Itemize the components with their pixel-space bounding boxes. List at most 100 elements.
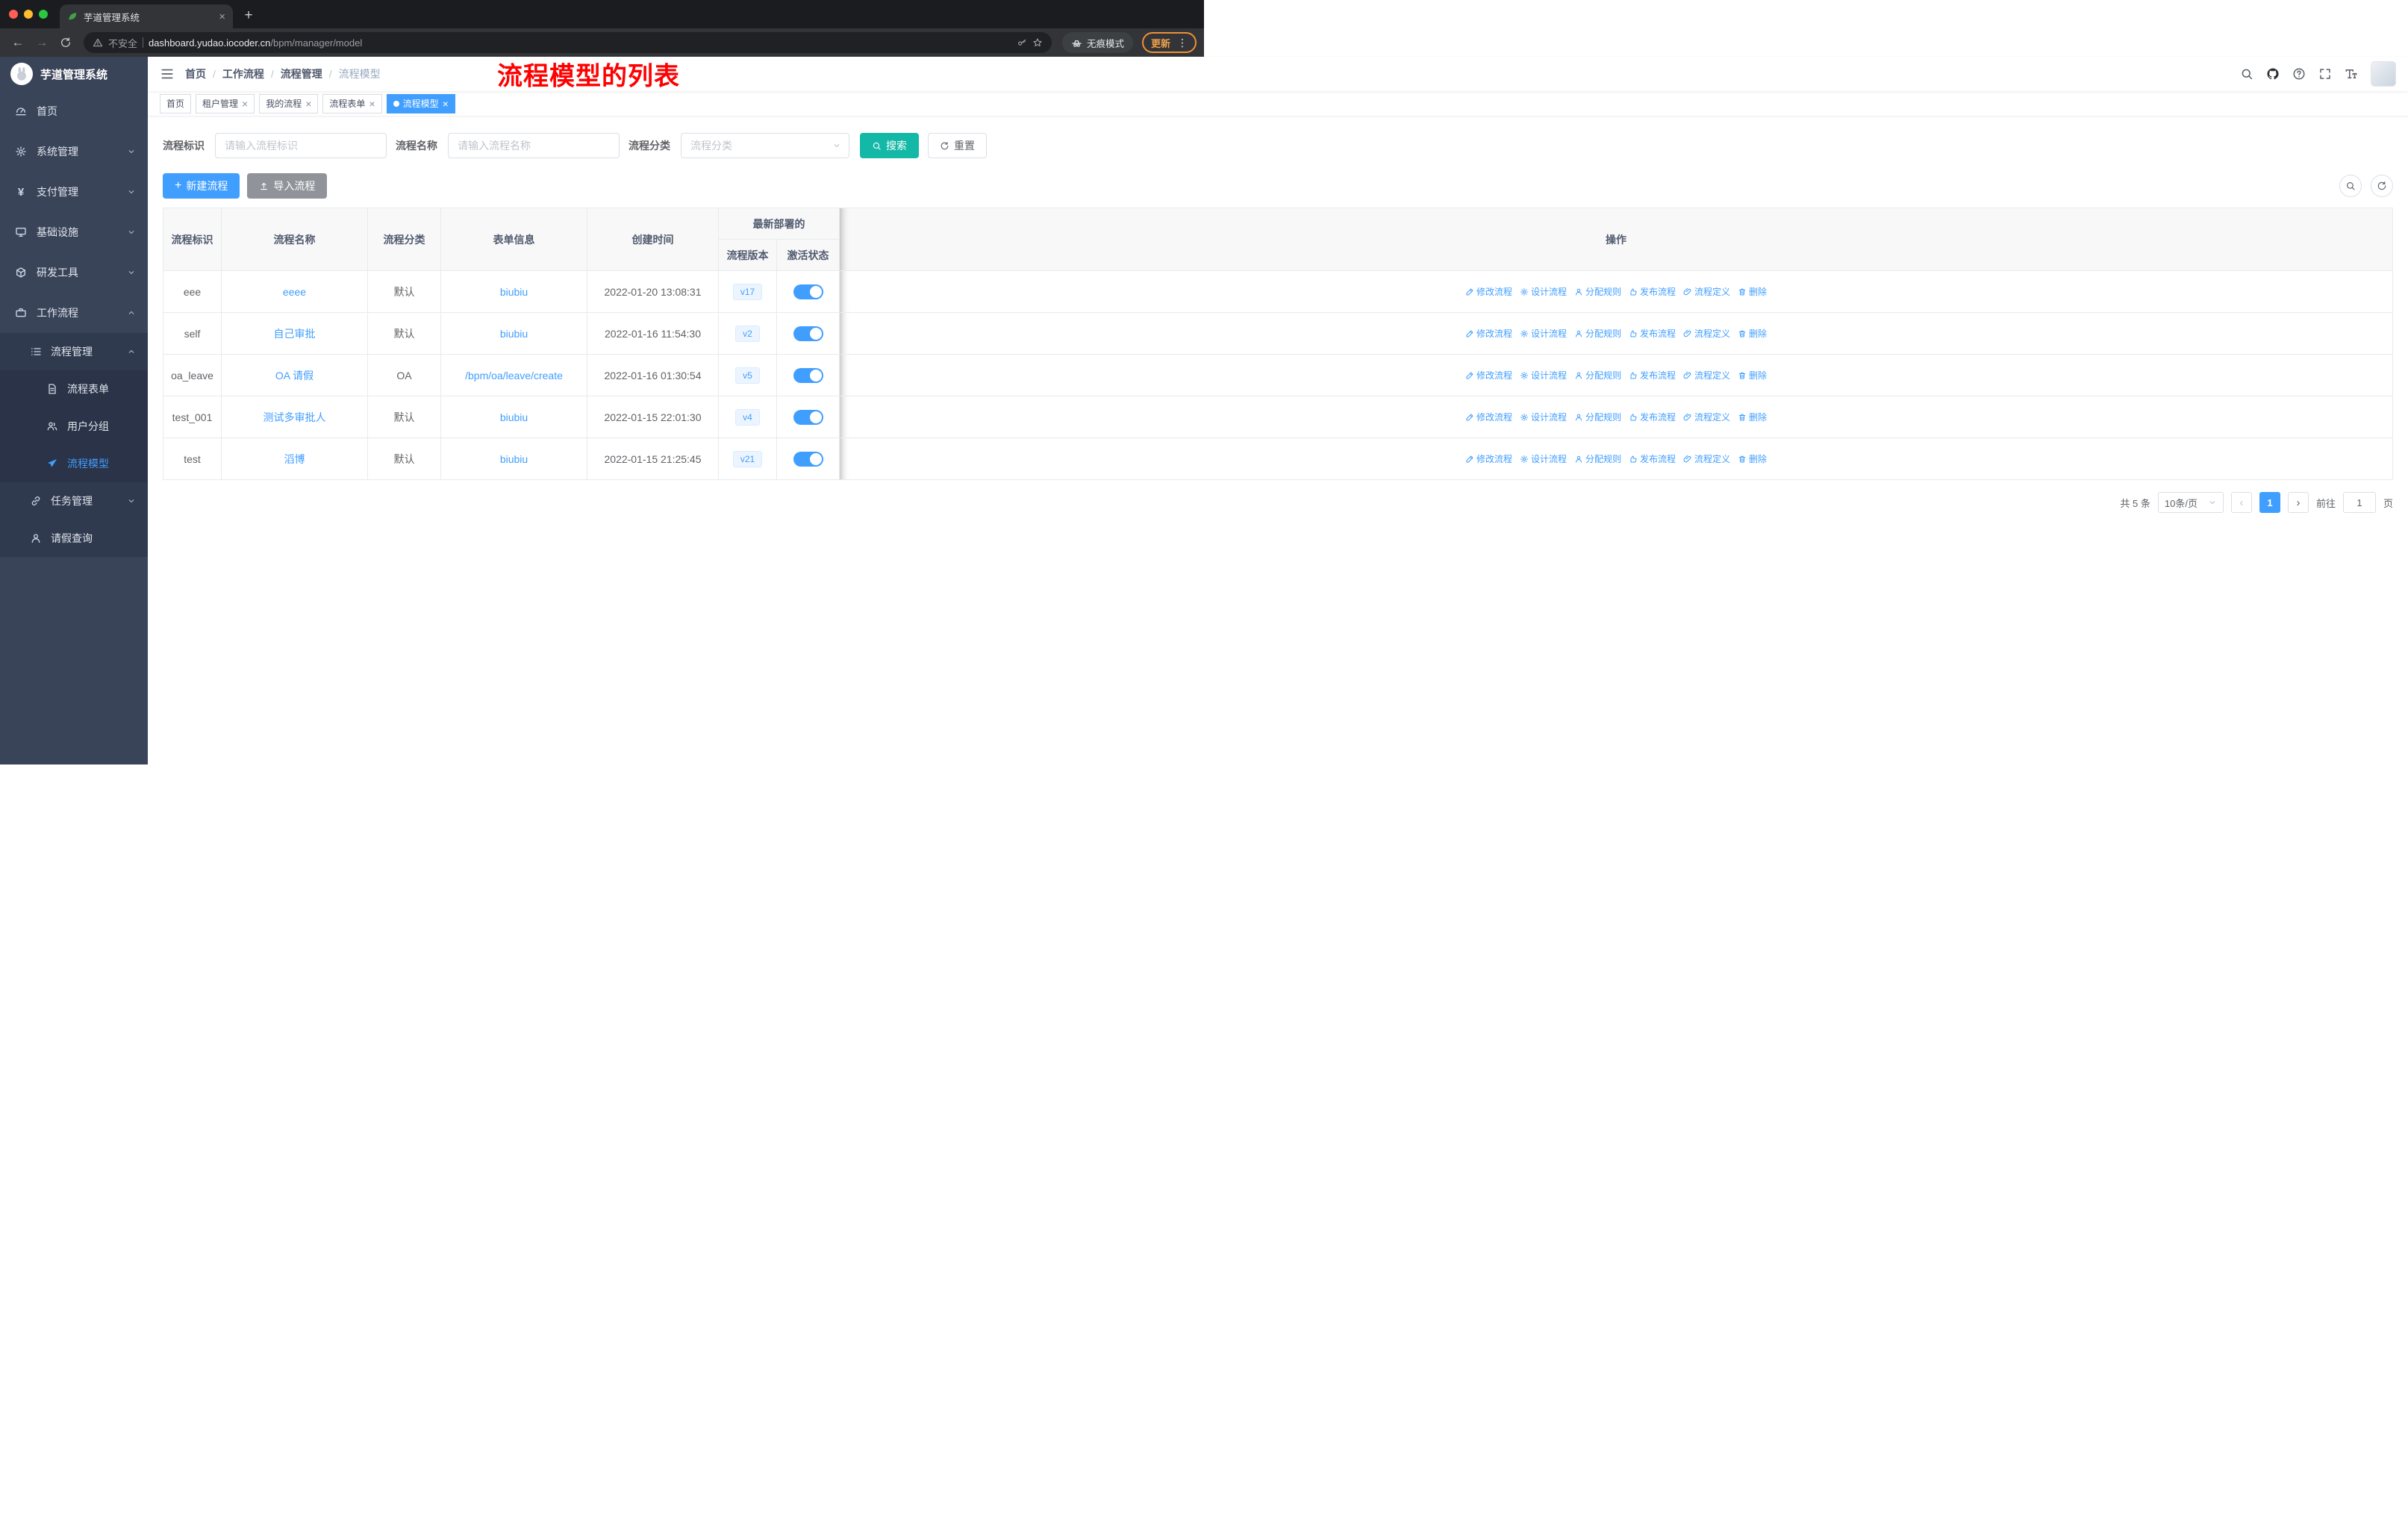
tag-my-process[interactable]: 我的流程 ×	[259, 93, 319, 113]
action-assign-rule[interactable]: 分配规则	[1574, 411, 1621, 423]
current-page-button[interactable]: 1	[2259, 492, 2280, 513]
action-edit-process[interactable]: 修改流程	[1465, 411, 1512, 423]
sidebar-item-payment[interactable]: ¥ 支付管理	[0, 172, 148, 212]
active-status-toggle[interactable]	[793, 367, 823, 383]
search-button[interactable]: 搜索	[860, 133, 919, 158]
github-icon[interactable]	[2266, 67, 2280, 81]
form-info-link[interactable]: biubiu	[500, 453, 528, 465]
help-icon[interactable]	[2292, 67, 2306, 81]
password-key-icon[interactable]	[1017, 37, 1027, 48]
window-minimize-button[interactable]	[24, 10, 33, 19]
sidebar-item-process-management[interactable]: 流程管理	[0, 333, 148, 370]
tag-home[interactable]: 首页	[160, 93, 192, 113]
process-name-link[interactable]: 测试多审批人	[263, 411, 326, 423]
action-delete[interactable]: 删除	[1738, 285, 1767, 298]
action-edit-process[interactable]: 修改流程	[1465, 285, 1512, 298]
sidebar-item-workflow[interactable]: 工作流程	[0, 293, 148, 333]
process-name-link[interactable]: eeee	[283, 286, 306, 298]
form-info-link[interactable]: biubiu	[500, 411, 528, 423]
fullscreen-icon[interactable]	[2318, 67, 2332, 81]
back-button[interactable]: ←	[7, 32, 28, 53]
close-icon[interactable]: ×	[305, 99, 311, 109]
action-edit-process[interactable]: 修改流程	[1465, 327, 1512, 340]
breadcrumb-process-management[interactable]: 流程管理	[281, 66, 322, 81]
tag-tenant-management[interactable]: 租户管理 ×	[196, 93, 255, 113]
form-info-link[interactable]: biubiu	[500, 328, 528, 340]
action-publish-process[interactable]: 发布流程	[1629, 452, 1676, 465]
browser-tab[interactable]: 芋道管理系统 ×	[60, 4, 233, 28]
browser-menu-icon[interactable]: ⋮	[1177, 37, 1188, 49]
sidebar-item-home[interactable]: 首页	[0, 91, 148, 131]
next-page-button[interactable]: ›	[2287, 492, 2309, 513]
action-assign-rule[interactable]: 分配规则	[1574, 452, 1621, 465]
action-design-process[interactable]: 设计流程	[1520, 369, 1567, 382]
sidebar-item-leave-query[interactable]: 请假查询	[0, 520, 148, 557]
form-info-link[interactable]: /bpm/oa/leave/create	[465, 370, 563, 382]
create-process-button[interactable]: + 新建流程	[163, 173, 240, 199]
window-close-button[interactable]	[9, 10, 18, 19]
action-delete[interactable]: 删除	[1738, 411, 1767, 423]
action-process-definition[interactable]: 流程定义	[1683, 411, 1730, 423]
action-delete[interactable]: 删除	[1738, 452, 1767, 465]
app-logo[interactable]: 芋道管理系统	[0, 57, 148, 91]
close-icon[interactable]: ×	[369, 99, 375, 109]
search-icon[interactable]	[2240, 67, 2253, 81]
sidebar-item-infrastructure[interactable]: 基础设施	[0, 212, 148, 252]
active-status-toggle[interactable]	[793, 326, 823, 341]
action-process-definition[interactable]: 流程定义	[1683, 369, 1730, 382]
sidebar-item-system[interactable]: 系统管理	[0, 131, 148, 172]
action-assign-rule[interactable]: 分配规则	[1574, 369, 1621, 382]
active-status-toggle[interactable]	[793, 409, 823, 425]
goto-page-input[interactable]	[2342, 492, 2376, 513]
action-delete[interactable]: 删除	[1738, 369, 1767, 382]
import-process-button[interactable]: 导入流程	[247, 173, 328, 199]
sidebar-item-task-management[interactable]: 任务管理	[0, 482, 148, 520]
tab-close-icon[interactable]: ×	[219, 11, 225, 22]
action-edit-process[interactable]: 修改流程	[1465, 369, 1512, 382]
action-assign-rule[interactable]: 分配规则	[1574, 285, 1621, 298]
window-zoom-button[interactable]	[39, 10, 48, 19]
close-icon[interactable]: ×	[242, 99, 248, 109]
action-process-definition[interactable]: 流程定义	[1683, 327, 1730, 340]
sidebar-item-user-group[interactable]: 用户分组	[0, 408, 148, 445]
toggle-search-button[interactable]	[2339, 175, 2362, 197]
tag-process-form[interactable]: 流程表单 ×	[322, 93, 382, 113]
font-size-icon[interactable]	[2345, 67, 2358, 81]
action-publish-process[interactable]: 发布流程	[1629, 285, 1676, 298]
prev-page-button[interactable]: ‹	[2230, 492, 2252, 513]
action-publish-process[interactable]: 发布流程	[1629, 411, 1676, 423]
page-size-select[interactable]: 10条/页	[2157, 492, 2224, 513]
address-bar[interactable]: 不安全 dashboard.yudao.iocoder.cn/bpm/manag…	[84, 32, 1052, 53]
action-publish-process[interactable]: 发布流程	[1629, 369, 1676, 382]
action-design-process[interactable]: 设计流程	[1520, 452, 1567, 465]
sidebar-item-dev-tools[interactable]: 研发工具	[0, 252, 148, 293]
action-edit-process[interactable]: 修改流程	[1465, 452, 1512, 465]
sidebar-item-process-model[interactable]: 流程模型	[0, 445, 148, 482]
action-design-process[interactable]: 设计流程	[1520, 411, 1567, 423]
active-status-toggle[interactable]	[793, 284, 823, 299]
update-button[interactable]: 更新 ⋮	[1141, 32, 1197, 53]
active-status-toggle[interactable]	[793, 451, 823, 467]
bookmark-star-icon[interactable]	[1032, 37, 1043, 48]
action-delete[interactable]: 删除	[1738, 327, 1767, 340]
tag-process-model[interactable]: 流程模型 ×	[386, 93, 455, 113]
form-info-link[interactable]: biubiu	[500, 286, 528, 298]
action-publish-process[interactable]: 发布流程	[1629, 327, 1676, 340]
close-icon[interactable]: ×	[443, 99, 449, 109]
action-process-definition[interactable]: 流程定义	[1683, 452, 1730, 465]
process-name-link[interactable]: 自己审批	[274, 328, 316, 340]
category-select[interactable]: 流程分类	[681, 133, 849, 158]
forward-button[interactable]: →	[31, 32, 52, 53]
user-avatar[interactable]	[2371, 61, 2396, 87]
process-key-input[interactable]	[215, 133, 387, 158]
reset-button[interactable]: 重置	[928, 133, 987, 158]
reload-button[interactable]	[55, 32, 76, 53]
security-label[interactable]: 不安全	[108, 36, 137, 50]
sidebar-item-process-form[interactable]: 流程表单	[0, 370, 148, 408]
new-tab-button[interactable]: +	[239, 6, 258, 25]
refresh-table-button[interactable]	[2371, 175, 2393, 197]
process-name-link[interactable]: OA 请假	[275, 370, 314, 382]
breadcrumb-workflow[interactable]: 工作流程	[222, 66, 264, 81]
action-design-process[interactable]: 设计流程	[1520, 285, 1567, 298]
action-assign-rule[interactable]: 分配规则	[1574, 327, 1621, 340]
